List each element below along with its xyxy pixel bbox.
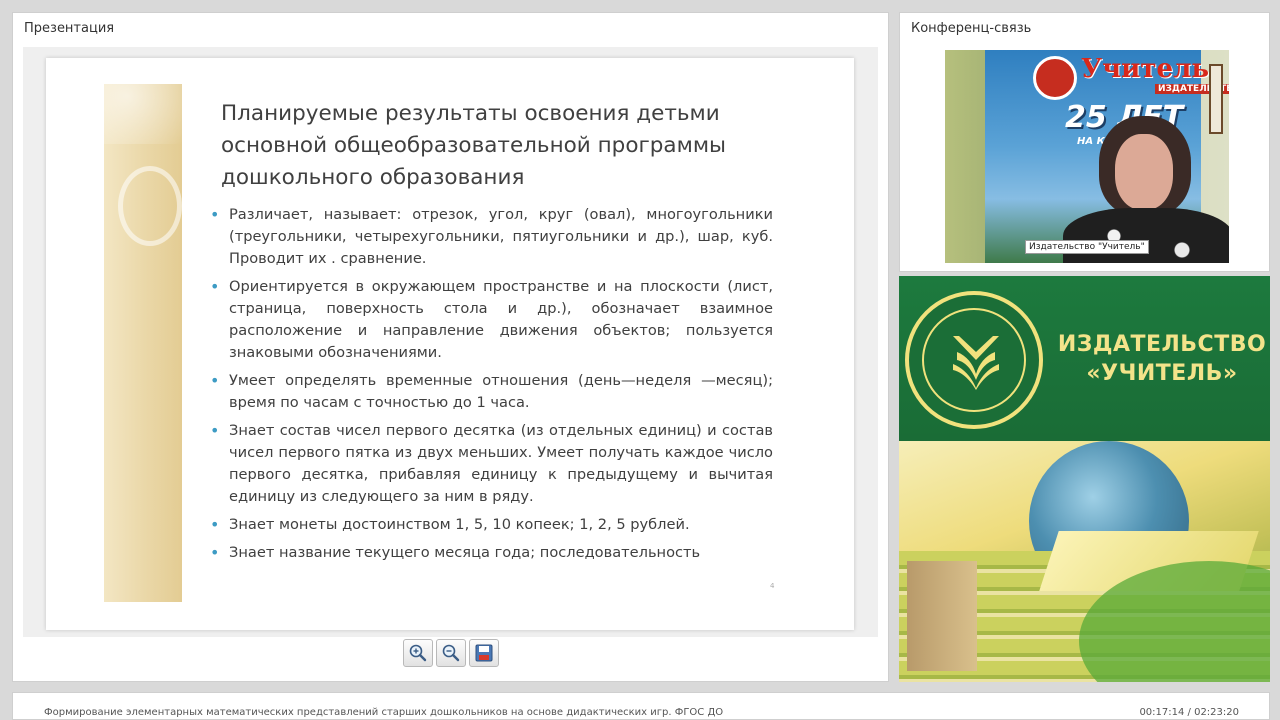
zoom-in-button[interactable] [403, 639, 433, 667]
logo-inner-ring [922, 308, 1026, 412]
banner-header: ИЗДАТЕЛЬСТВО «УЧИТЕЛЬ» [899, 276, 1270, 441]
presentation-panel-title: Презентация [24, 21, 115, 36]
slide-title: Планируемые результаты освоения детьми о… [221, 101, 727, 190]
bullet-item: Ориентируется в окружающем пространстве … [209, 276, 773, 364]
playback-time: 00:17:14 / 02:23:20 [1139, 707, 1239, 718]
slide-page-number: 4 [770, 582, 775, 590]
banner-image [899, 441, 1270, 682]
presentation-panel: Презентация Планируемые результаты освое… [12, 12, 889, 682]
video-feed[interactable]: Учитель ИЗДАТЕЛЬСТВО 25 ЛЕТ НА КНИЖНОМ Р… [945, 50, 1229, 263]
speaker-label: Издательство "Учитель" [1025, 240, 1149, 254]
slide-decoration [104, 84, 182, 602]
zoom-in-icon [409, 644, 427, 662]
zoom-out-button[interactable] [436, 639, 466, 667]
wall-frame [1209, 64, 1223, 134]
bullet-item: Знает название текущего месяца года; пос… [209, 542, 773, 564]
slide-viewport: Планируемые результаты освоения детьми о… [23, 47, 878, 637]
book-logo-icon [953, 336, 999, 390]
lecture-title: Формирование элементарных математических… [44, 707, 724, 718]
bullet-item: Знает состав чисел первого десятка (из о… [209, 420, 773, 508]
slide: Планируемые результаты освоения детьми о… [46, 58, 854, 630]
zoom-out-icon [442, 644, 460, 662]
slide-bullet-list: Различает, называет: отрезок, угол, круг… [209, 204, 773, 570]
bullet-item: Знает монеты достоинством 1, 5, 10 копее… [209, 514, 773, 536]
conference-panel-title: Конференц-связь [911, 21, 1032, 36]
publisher-title-line2: «УЧИТЕЛЬ» [1086, 361, 1238, 386]
publisher-logo [905, 291, 1043, 429]
conference-panel: Конференц-связь Учитель ИЗДАТЕЛЬСТВО 25 … [899, 12, 1270, 272]
speaker-face [1115, 134, 1173, 210]
bullet-item: Различает, называет: отрезок, угол, круг… [209, 204, 773, 270]
decoration-highlight [104, 84, 182, 144]
slide-toolbar [403, 639, 499, 667]
publisher-title-line1: ИЗДАТЕЛЬСТВО [1057, 332, 1267, 357]
decoration-ring [118, 166, 182, 246]
bullet-item: Умеет определять временные отношения (де… [209, 370, 773, 414]
wooden-blocks-image [907, 561, 977, 671]
publisher-banner: ИЗДАТЕЛЬСТВО «УЧИТЕЛЬ» [899, 276, 1270, 682]
footer-bar: Формирование элементарных математических… [12, 692, 1270, 720]
banner-logo-icon [1033, 56, 1077, 100]
save-button[interactable] [469, 639, 499, 667]
speaker-body [1063, 208, 1229, 263]
publisher-title: ИЗДАТЕЛЬСТВО «УЧИТЕЛЬ» [1057, 330, 1267, 388]
save-icon [475, 644, 493, 662]
banner-brand: Учитель [1081, 54, 1210, 84]
